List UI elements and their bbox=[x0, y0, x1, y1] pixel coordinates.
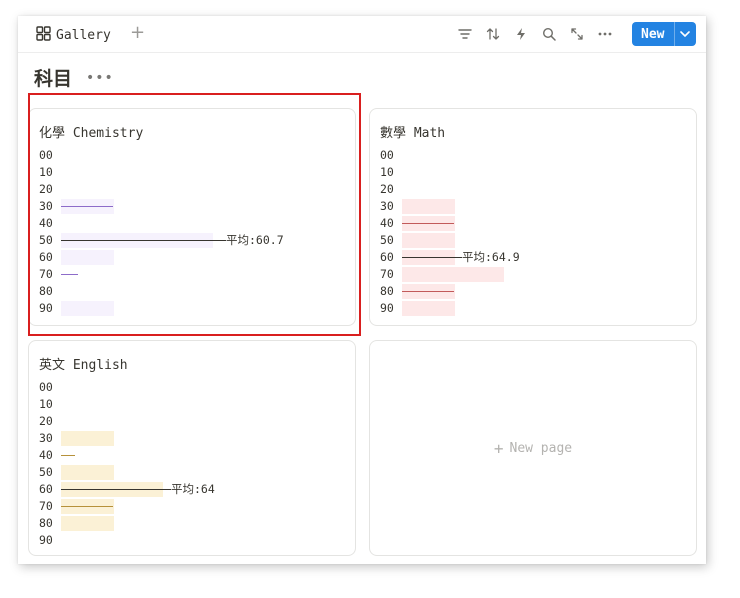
count-bar bbox=[402, 199, 455, 214]
score-row: 00 bbox=[380, 147, 680, 164]
plus-icon: + bbox=[493, 438, 504, 458]
score-bucket-label: 30 bbox=[39, 431, 53, 445]
score-bucket-label: 80 bbox=[380, 284, 394, 298]
count-bar bbox=[61, 431, 114, 446]
more-icon[interactable]: ••• bbox=[86, 70, 114, 86]
new-button[interactable]: New bbox=[632, 22, 696, 46]
filter-icon[interactable] bbox=[456, 25, 474, 43]
score-row: 00 bbox=[39, 379, 339, 396]
score-row: 40 bbox=[39, 447, 339, 464]
score-row: 20 bbox=[380, 181, 680, 198]
score-bucket-label: 50 bbox=[39, 465, 53, 479]
score-bucket-label: 70 bbox=[380, 267, 394, 281]
selection-highlight bbox=[28, 93, 361, 336]
expand-icon[interactable] bbox=[568, 25, 586, 43]
sort-icon[interactable] bbox=[484, 25, 502, 43]
search-icon[interactable] bbox=[540, 25, 558, 43]
count-bar bbox=[61, 465, 114, 480]
score-row: 70 bbox=[380, 266, 680, 283]
gallery-icon bbox=[36, 25, 51, 45]
count-line bbox=[402, 291, 454, 292]
score-bucket-label: 20 bbox=[380, 182, 394, 196]
card-title: 英文 English bbox=[39, 358, 128, 373]
average-line bbox=[61, 489, 171, 490]
count-bar bbox=[402, 267, 504, 282]
count-bar bbox=[61, 516, 114, 531]
score-row: 50 bbox=[380, 232, 680, 249]
toolbar: Gallery + New bbox=[18, 16, 706, 53]
score-row: 90 bbox=[380, 300, 680, 317]
score-bucket-label: 80 bbox=[39, 516, 53, 530]
score-bucket-label: 00 bbox=[380, 148, 394, 162]
count-bar bbox=[402, 301, 455, 316]
lightning-icon[interactable] bbox=[512, 25, 530, 43]
score-distribution: 00 10 20 30 40 50 60 平均:64 70 80 90 bbox=[39, 379, 339, 549]
toolbar-actions bbox=[456, 25, 614, 43]
score-row: 80 bbox=[39, 515, 339, 532]
gallery-card-english[interactable]: 英文 English 00 10 20 30 40 50 60 平均:64 70 80 90 bbox=[28, 340, 356, 556]
count-line bbox=[61, 506, 113, 507]
new-button-label: New bbox=[641, 26, 665, 42]
plus-icon: + bbox=[130, 22, 146, 43]
average-label: 平均:64.9 bbox=[462, 250, 520, 264]
card-title: 數學 Math bbox=[380, 126, 446, 141]
score-row: 20 bbox=[39, 413, 339, 430]
add-view-button[interactable]: + bbox=[130, 23, 145, 43]
score-bucket-label: 90 bbox=[39, 533, 53, 547]
score-bucket-label: 70 bbox=[39, 499, 53, 513]
score-bucket-label: 00 bbox=[39, 380, 53, 394]
score-bucket-label: 10 bbox=[380, 165, 394, 179]
gallery-view-tab[interactable]: Gallery bbox=[36, 25, 111, 45]
score-row: 90 bbox=[39, 532, 339, 549]
new-page-card[interactable]: + New page bbox=[369, 340, 697, 556]
score-bucket-label: 60 bbox=[380, 250, 394, 264]
more-icon[interactable] bbox=[596, 25, 614, 43]
score-bucket-label: 40 bbox=[380, 216, 394, 230]
score-bucket-label: 10 bbox=[39, 397, 53, 411]
score-bucket-label: 90 bbox=[380, 301, 394, 315]
score-row: 30 bbox=[380, 198, 680, 215]
score-bucket-label: 60 bbox=[39, 482, 53, 496]
gallery-view-label: Gallery bbox=[56, 27, 111, 43]
score-row: 80 bbox=[380, 283, 680, 300]
score-row: 40 bbox=[380, 215, 680, 232]
score-row: 70 bbox=[39, 498, 339, 515]
page-title: 科目 bbox=[34, 68, 73, 90]
score-bucket-label: 20 bbox=[39, 414, 53, 428]
count-line bbox=[402, 223, 454, 224]
score-row: 30 bbox=[39, 430, 339, 447]
chevron-down-icon[interactable] bbox=[675, 31, 696, 37]
score-row: 10 bbox=[39, 396, 339, 413]
average-line bbox=[402, 257, 462, 258]
score-row: 10 bbox=[380, 164, 680, 181]
score-row: 60 平均:64.9 bbox=[380, 249, 680, 266]
score-bucket-label: 40 bbox=[39, 448, 53, 462]
title-row: 科目 ••• bbox=[34, 64, 114, 91]
new-page-button[interactable]: + New page bbox=[370, 341, 696, 555]
count-bar bbox=[402, 233, 455, 248]
score-bucket-label: 30 bbox=[380, 199, 394, 213]
score-bucket-label: 50 bbox=[380, 233, 394, 247]
average-label: 平均:64 bbox=[171, 482, 215, 496]
score-distribution: 00 10 20 30 40 50 60 平均:64.9 70 80 90 bbox=[380, 147, 680, 317]
new-page-label: New page bbox=[509, 440, 573, 456]
score-row: 50 bbox=[39, 464, 339, 481]
count-line bbox=[61, 455, 75, 456]
gallery-card-math[interactable]: 數學 Math 00 10 20 30 40 50 60 平均:64.9 70 80 90 bbox=[369, 108, 697, 326]
score-row: 60 平均:64 bbox=[39, 481, 339, 498]
